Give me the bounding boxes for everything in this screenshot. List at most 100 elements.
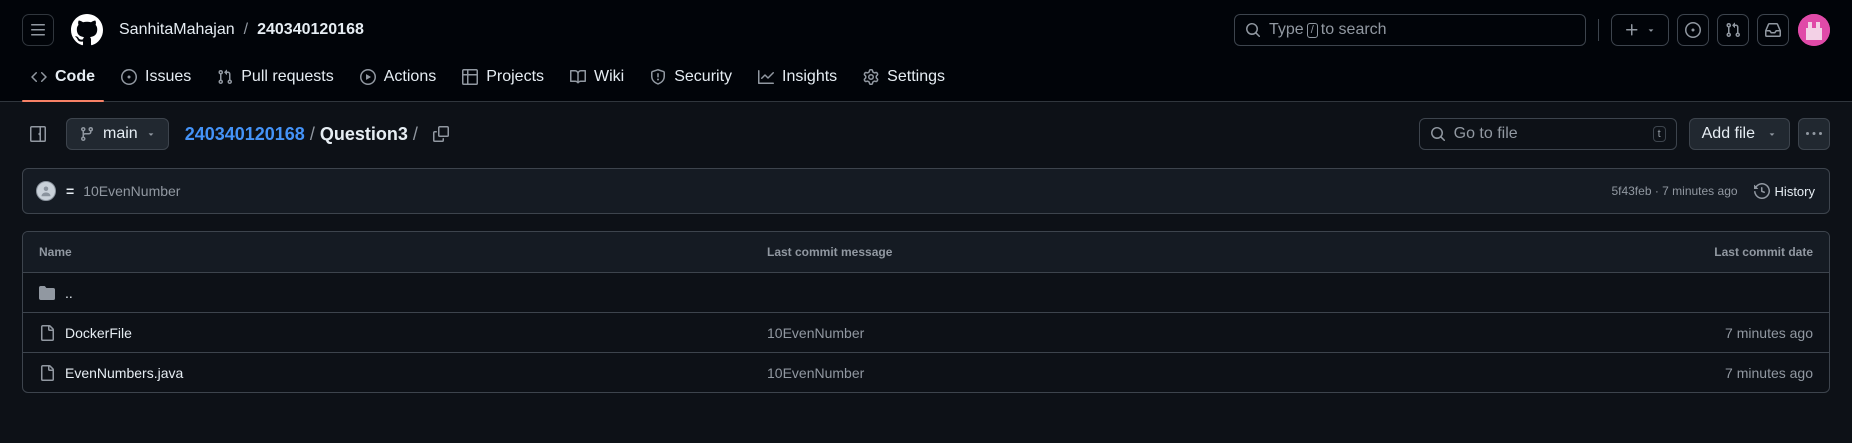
commit-message-link[interactable]: 10EvenNumber (767, 365, 1593, 381)
history-button[interactable]: History (1753, 183, 1815, 199)
table-row[interactable]: EvenNumbers.java 10EvenNumber 7 minutes … (23, 352, 1829, 392)
breadcrumb-current-folder: Question3 (319, 123, 408, 144)
breadcrumb-repo-link[interactable]: 240340120168 (185, 124, 305, 145)
graph-icon (758, 69, 775, 85)
tab-label: Settings (887, 68, 945, 85)
breadcrumb-separator: / (309, 123, 315, 144)
header-name: Name (39, 245, 72, 259)
chevron-down-icon (1648, 29, 1654, 32)
file-name-cell: DockerFile (39, 324, 767, 341)
play-icon (359, 69, 376, 85)
tab-label: Pull requests (241, 68, 334, 85)
book-icon (570, 69, 587, 85)
tab-actions[interactable]: Actions (351, 60, 445, 94)
issue-icon (121, 69, 137, 85)
create-new-button[interactable] (1611, 14, 1669, 46)
history-label: History (1774, 183, 1815, 199)
latest-commit-bar: = 10EvenNumber 5f43feb · 7 minutes ago H… (22, 168, 1830, 214)
go-to-file-input[interactable]: Go to file t (1418, 118, 1677, 150)
commit-author-avatar[interactable] (36, 181, 56, 201)
inbox-icon (1765, 23, 1781, 37)
gear-icon (863, 69, 879, 85)
expand-file-tree-button[interactable] (22, 118, 54, 150)
tab-label: Security (674, 68, 733, 85)
pull-request-icon (1726, 22, 1741, 38)
tab-label: Issues (145, 68, 192, 85)
repo-path: SanhitaMahajan / 240340120168 (119, 21, 364, 39)
parent-directory-link[interactable]: .. (65, 285, 73, 301)
divider (1598, 19, 1599, 41)
tab-projects[interactable]: Projects (453, 60, 553, 94)
tab-security[interactable]: Security (641, 60, 741, 94)
tab-pull-requests[interactable]: Pull requests (208, 60, 343, 94)
person-icon (41, 186, 51, 197)
file-icon (39, 364, 55, 381)
parent-directory-row[interactable]: .. (23, 272, 1829, 312)
history-icon (1753, 183, 1770, 199)
tab-wiki[interactable]: Wiki (561, 60, 633, 94)
tab-label: Actions (383, 68, 437, 85)
file-list-table: Name Last commit message Last commit dat… (22, 231, 1830, 393)
search-prefix-text: Type (1269, 21, 1304, 38)
branch-name: main (103, 125, 138, 142)
table-icon (462, 69, 479, 85)
add-file-button[interactable]: Add file (1688, 118, 1790, 150)
header-commit-message: Last commit message (767, 245, 893, 259)
commit-date: 7 minutes ago (1725, 364, 1813, 381)
github-logo-icon[interactable] (71, 14, 103, 46)
branch-selector-button[interactable]: main (66, 118, 169, 150)
tab-issues[interactable]: Issues (112, 60, 200, 94)
search-icon (1430, 126, 1446, 142)
pull-requests-button[interactable] (1717, 14, 1749, 46)
tab-code[interactable]: Code (22, 60, 104, 102)
identicon-icon (1798, 14, 1830, 46)
kebab-horizontal-icon (1806, 132, 1822, 135)
search-input[interactable]: Type / to search (1234, 14, 1586, 46)
issues-button[interactable] (1677, 14, 1709, 46)
tab-label: Code (55, 68, 95, 85)
table-row[interactable]: DockerFile 10EvenNumber 7 minutes ago (23, 312, 1829, 352)
hamburger-menu-button[interactable] (22, 14, 54, 46)
go-to-file-placeholder: Go to file (1453, 125, 1518, 142)
go-to-file-shortcut: t (1652, 126, 1666, 142)
copy-path-button[interactable] (432, 126, 449, 142)
tab-settings[interactable]: Settings (854, 60, 954, 94)
search-icon (1245, 22, 1261, 38)
file-navigation-bar: main 240340120168 / Question3 / Go to fi… (0, 102, 1852, 166)
add-file-label: Add file (1701, 125, 1755, 142)
commit-message-link[interactable]: 10EvenNumber (767, 325, 1593, 341)
inbox-button[interactable] (1757, 14, 1789, 46)
commit-meta[interactable]: 5f43feb · 7 minutes ago (1611, 184, 1737, 198)
top-bar: SanhitaMahajan / 240340120168 Type / to … (0, 0, 1852, 60)
repo-owner-link[interactable]: SanhitaMahajan (119, 21, 235, 39)
repo-nav-tabs: Code Issues Pull requests Actions Projec… (0, 60, 1852, 102)
header-commit-date: Last commit date (1714, 245, 1813, 259)
more-options-button[interactable] (1798, 118, 1830, 150)
table-header-row: Name Last commit message Last commit dat… (23, 232, 1829, 272)
file-name-link[interactable]: DockerFile (65, 325, 132, 341)
chevron-down-icon (1767, 129, 1777, 139)
code-icon (31, 69, 47, 85)
file-name-link[interactable]: EvenNumbers.java (65, 365, 183, 381)
pull-request-icon (217, 69, 233, 85)
tab-label: Projects (486, 68, 545, 85)
top-right-controls: Type / to search (1234, 14, 1830, 46)
issue-icon (1685, 22, 1701, 38)
commit-message-link[interactable]: 10EvenNumber (83, 183, 180, 199)
file-name-cell: EvenNumbers.java (39, 364, 767, 381)
tab-label: Wiki (594, 68, 625, 85)
hamburger-icon (31, 24, 45, 36)
tab-insights[interactable]: Insights (749, 60, 846, 94)
file-actions: Go to file t Add file (1418, 118, 1830, 150)
user-avatar[interactable] (1798, 14, 1830, 46)
folder-icon (39, 285, 55, 301)
file-icon (39, 324, 55, 341)
sidebar-expand-icon (30, 126, 46, 142)
git-branch-icon (79, 126, 95, 142)
chevron-down-icon (146, 129, 156, 139)
plus-icon (1626, 24, 1638, 36)
search-suffix-text: to search (1320, 21, 1387, 38)
tab-label: Insights (782, 68, 838, 85)
repo-name-link[interactable]: 240340120168 (257, 21, 364, 39)
copy-icon (432, 126, 449, 142)
